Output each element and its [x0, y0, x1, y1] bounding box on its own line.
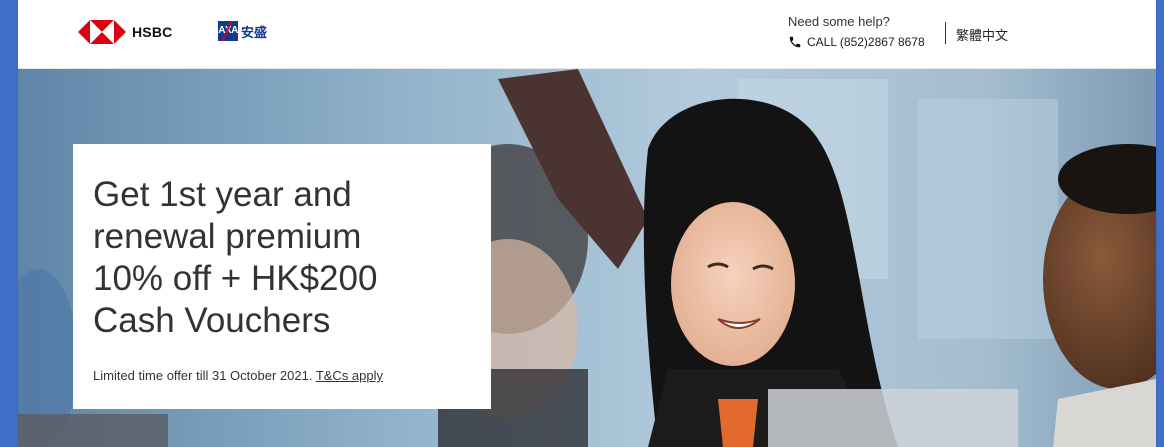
axa-logo-icon: AXA — [218, 21, 238, 41]
phone-icon — [789, 36, 801, 48]
hero-banner: Get 1st year and renewal premium 10% off… — [18, 69, 1156, 447]
promo-note: Limited time offer till 31 October 2021.… — [93, 368, 383, 383]
promo-title: Get 1st year and renewal premium 10% off… — [93, 175, 378, 340]
hsbc-logo[interactable]: HSBC — [78, 20, 172, 44]
promo-card: Get 1st year and renewal premium 10% off… — [73, 144, 491, 409]
site-header: HSBC AXA 安盛 Need some help? CALL (852)28… — [18, 0, 1156, 69]
call-link[interactable]: CALL (852)2867 8678 — [788, 35, 925, 49]
terms-link[interactable]: T&Cs apply — [316, 368, 383, 383]
promo-note-text: Limited time offer till 31 October 2021. — [93, 368, 316, 383]
hsbc-logo-text: HSBC — [132, 24, 173, 40]
page-frame: HSBC AXA 安盛 Need some help? CALL (852)28… — [18, 0, 1156, 447]
call-label: CALL (852)2867 8678 — [807, 35, 925, 49]
axa-logo-chinese-text: 安盛 — [241, 24, 268, 40]
hsbc-hexagon-icon — [78, 20, 126, 44]
help-section: Need some help? CALL (852)2867 8678 — [788, 14, 925, 49]
help-title: Need some help? — [788, 14, 890, 29]
header-divider — [945, 22, 946, 44]
axa-logo[interactable]: AXA 安盛 — [218, 21, 267, 41]
language-switch-link[interactable]: 繁體中文 — [956, 25, 1008, 44]
